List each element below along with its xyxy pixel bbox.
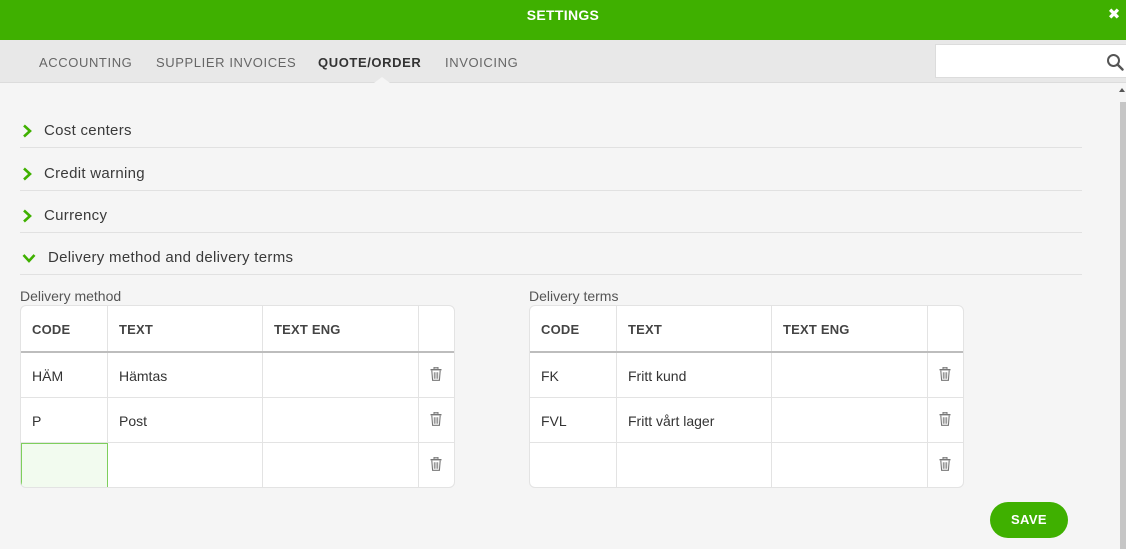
table-header: CODE TEXT TEXT ENG	[530, 306, 963, 353]
trash-icon[interactable]	[430, 457, 442, 471]
column-header-text[interactable]: TEXT	[617, 306, 772, 351]
table-row-new	[530, 443, 963, 487]
active-tab-pointer	[374, 77, 390, 83]
section-label: Currency	[44, 207, 108, 224]
text-eng-cell[interactable]	[772, 353, 928, 397]
save-button[interactable]: SAVE	[990, 502, 1068, 538]
tab-supplier-invoices[interactable]: SUPPLIER INVOICES	[156, 55, 296, 70]
delete-row-button[interactable]	[419, 398, 454, 442]
search-icon[interactable]	[1106, 53, 1124, 71]
text-cell[interactable]	[617, 443, 772, 487]
scroll-up-arrow[interactable]	[1119, 88, 1125, 92]
delivery-terms-table: CODE TEXT TEXT ENG FK Fritt kund FVL Fri…	[529, 305, 964, 488]
chevron-right-icon	[23, 167, 32, 181]
code-cell[interactable]: HÄM	[21, 353, 108, 397]
close-icon[interactable]: ✖	[1107, 7, 1121, 22]
scrollbar-thumb[interactable]	[1120, 102, 1126, 549]
delete-row-button[interactable]	[928, 443, 963, 487]
table-row: P Post	[21, 398, 454, 443]
delete-row-button[interactable]	[419, 443, 454, 487]
delete-row-button[interactable]	[928, 353, 963, 397]
section-delivery-method-terms[interactable]: Delivery method and delivery terms	[20, 249, 1082, 275]
column-header-text-eng[interactable]: TEXT ENG	[772, 306, 928, 351]
column-header-code[interactable]: CODE	[21, 306, 108, 351]
table-row-new	[21, 443, 454, 487]
trash-icon[interactable]	[430, 412, 442, 426]
delete-row-button[interactable]	[928, 398, 963, 442]
section-credit-warning[interactable]: Credit warning	[20, 165, 1082, 191]
section-cost-centers[interactable]: Cost centers	[20, 122, 1082, 148]
chevron-down-icon	[22, 254, 36, 263]
section-label: Credit warning	[44, 165, 145, 182]
text-cell[interactable]	[108, 443, 263, 487]
column-header-text[interactable]: TEXT	[108, 306, 263, 351]
section-currency[interactable]: Currency	[20, 207, 1082, 233]
text-eng-cell[interactable]	[263, 353, 419, 397]
text-cell[interactable]: Post	[108, 398, 263, 442]
search-box	[935, 44, 1126, 78]
section-label: Delivery method and delivery terms	[48, 249, 294, 266]
column-header-code[interactable]: CODE	[530, 306, 617, 351]
text-eng-cell[interactable]	[772, 443, 928, 487]
text-cell[interactable]: Fritt vårt lager	[617, 398, 772, 442]
delivery-terms-label: Delivery terms	[529, 288, 619, 304]
window-title: SETTINGS	[526, 7, 600, 23]
text-cell[interactable]: Hämtas	[108, 353, 263, 397]
text-eng-cell[interactable]	[263, 443, 419, 487]
table-row: HÄM Hämtas	[21, 353, 454, 398]
chevron-right-icon	[23, 124, 32, 138]
trash-icon[interactable]	[939, 412, 951, 426]
text-eng-cell[interactable]	[263, 398, 419, 442]
text-eng-cell[interactable]	[772, 398, 928, 442]
column-header-actions	[419, 306, 454, 351]
table-row: FK Fritt kund	[530, 353, 963, 398]
delivery-method-table: CODE TEXT TEXT ENG HÄM Hämtas P Post	[20, 305, 455, 488]
column-header-actions	[928, 306, 963, 351]
tab-quote-order[interactable]: QUOTE/ORDER	[318, 55, 421, 70]
code-cell[interactable]: FVL	[530, 398, 617, 442]
table-header: CODE TEXT TEXT ENG	[21, 306, 454, 353]
code-input-cell[interactable]	[21, 443, 108, 487]
table-row: FVL Fritt vårt lager	[530, 398, 963, 443]
trash-icon[interactable]	[939, 367, 951, 381]
tab-invoicing[interactable]: INVOICING	[445, 55, 518, 70]
code-cell[interactable]: P	[21, 398, 108, 442]
trash-icon[interactable]	[430, 367, 442, 381]
trash-icon[interactable]	[939, 457, 951, 471]
delivery-method-label: Delivery method	[20, 288, 122, 304]
search-input[interactable]	[942, 51, 1092, 71]
chevron-right-icon	[23, 209, 32, 223]
delete-row-button[interactable]	[419, 353, 454, 397]
code-cell[interactable]: FK	[530, 353, 617, 397]
code-cell[interactable]	[530, 443, 617, 487]
column-header-text-eng[interactable]: TEXT ENG	[263, 306, 419, 351]
title-bar: SETTINGS ✖	[0, 0, 1126, 40]
text-cell[interactable]: Fritt kund	[617, 353, 772, 397]
tab-accounting[interactable]: ACCOUNTING	[39, 55, 132, 70]
section-label: Cost centers	[44, 122, 132, 139]
